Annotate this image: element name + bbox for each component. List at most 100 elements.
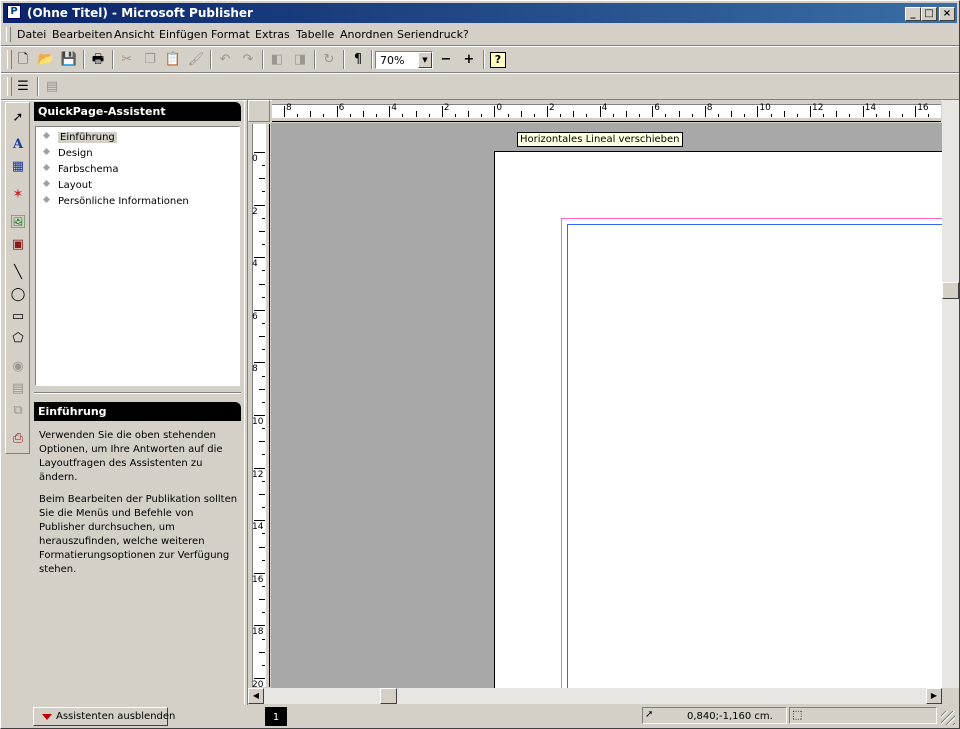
wizard-description-2: Beim Bearbeiten der Publikation sollten … bbox=[39, 494, 238, 575]
picture-frame-icon[interactable]: 🖼 bbox=[8, 213, 28, 233]
wizard-section-title: Einführung bbox=[38, 405, 107, 418]
rotate-icon[interactable]: ↻ bbox=[318, 49, 340, 70]
hide-wizard-button[interactable]: Assistenten ausblenden bbox=[33, 707, 175, 726]
menubar-grip[interactable] bbox=[6, 27, 11, 42]
ruler-label: 0 bbox=[252, 154, 258, 164]
menu-seriendruck[interactable]: Seriendruck bbox=[397, 28, 463, 41]
ruler-tick bbox=[888, 111, 890, 117]
html-fragment-icon[interactable]: ⧉ bbox=[8, 401, 28, 421]
ruler-tick bbox=[262, 322, 265, 324]
vertical-scroll-thumb[interactable] bbox=[942, 282, 959, 299]
minimize-button[interactable]: _ bbox=[905, 7, 921, 21]
zoom-out-button[interactable]: − bbox=[435, 49, 457, 70]
ruler-label: 6 bbox=[252, 311, 258, 322]
toolbar-divider bbox=[83, 50, 85, 69]
ruler-tick bbox=[744, 114, 746, 117]
cut-icon[interactable]: ✂ bbox=[116, 49, 138, 70]
horizontal-ruler[interactable]: 8 6 4 2 0 2 4 6 8 10 12 14 16 bbox=[272, 100, 941, 122]
close-button[interactable]: × bbox=[939, 7, 955, 21]
custom-shapes-icon[interactable]: ⬠ bbox=[8, 329, 28, 349]
resize-grip-icon[interactable] bbox=[941, 711, 955, 725]
menu-anordnen[interactable]: Anordnen bbox=[340, 28, 393, 41]
wizard-item-design[interactable]: Design bbox=[42, 147, 93, 159]
zoom-in-button[interactable]: + bbox=[458, 49, 480, 70]
publisher-app-icon[interactable]: P bbox=[7, 5, 21, 19]
format-painter-icon[interactable]: 🖌 bbox=[185, 49, 207, 70]
ruler-tick bbox=[849, 114, 851, 117]
diamond-bullet-icon bbox=[42, 147, 51, 156]
redo-icon[interactable]: ↷ bbox=[237, 49, 259, 70]
horizontal-scrollbar[interactable]: ◀ ▶ bbox=[248, 688, 942, 704]
ruler-tick bbox=[262, 191, 265, 193]
line-tool-icon[interactable]: ╲ bbox=[8, 263, 28, 283]
diamond-bullet-icon bbox=[42, 195, 51, 204]
workspace[interactable] bbox=[271, 123, 942, 688]
hotspot-icon[interactable]: ◉ bbox=[8, 357, 28, 377]
scroll-left-icon[interactable]: ◀ bbox=[248, 688, 264, 704]
ruler-tick bbox=[262, 612, 265, 614]
bring-to-front-icon[interactable]: ◧ bbox=[266, 49, 288, 70]
object-properties-icon[interactable]: ▤ bbox=[41, 76, 63, 97]
scroll-right-icon[interactable]: ▶ bbox=[926, 688, 942, 704]
ruler-tick bbox=[441, 106, 443, 117]
wizard-item-layout[interactable]: Layout bbox=[42, 179, 92, 191]
ruler-tick bbox=[254, 467, 265, 469]
copy-icon[interactable]: ❐ bbox=[139, 49, 161, 70]
pointer-icon[interactable]: ➚ bbox=[8, 108, 28, 128]
oval-tool-icon[interactable]: ◯ bbox=[8, 285, 28, 305]
paragraph-mark-icon[interactable]: ¶ bbox=[347, 49, 369, 70]
chevron-down-icon[interactable]: ▼ bbox=[418, 52, 432, 68]
table-frame-icon[interactable]: ▦ bbox=[8, 157, 28, 177]
menu-extras[interactable]: Extras bbox=[255, 28, 290, 41]
zoom-select[interactable]: 70% ▼ bbox=[375, 51, 433, 69]
send-to-back-icon[interactable]: ◨ bbox=[289, 49, 311, 70]
menu-help[interactable]: ? bbox=[463, 28, 469, 41]
ruler-label: 12 bbox=[812, 103, 824, 113]
text-frame-icon[interactable]: A bbox=[8, 135, 28, 155]
new-file-icon[interactable]: 🗋 bbox=[12, 49, 34, 70]
menu-format[interactable]: Format bbox=[211, 28, 250, 41]
maximize-button[interactable]: □ bbox=[921, 7, 937, 21]
paste-icon[interactable]: 📋 bbox=[162, 49, 184, 70]
rectangle-tool-icon[interactable]: ▭ bbox=[8, 307, 28, 327]
toolbar-divider bbox=[371, 50, 373, 69]
menu-datei[interactable]: Datei bbox=[17, 28, 46, 41]
wizard-item-einfuehrung[interactable]: Einführung bbox=[42, 131, 117, 143]
ruler-tick bbox=[254, 204, 265, 206]
ruler-tick bbox=[757, 106, 759, 117]
menu-ansicht[interactable]: Ansicht bbox=[114, 28, 155, 41]
undo-icon[interactable]: ↶ bbox=[214, 49, 236, 70]
ruler-tick bbox=[259, 283, 265, 285]
align-lines-icon[interactable]: ☰ bbox=[12, 76, 34, 97]
clipart-icon[interactable]: ▣ bbox=[8, 235, 28, 255]
menu-tabelle[interactable]: Tabelle bbox=[296, 28, 334, 41]
ruler-label: 12 bbox=[252, 469, 264, 480]
wordart-icon[interactable]: ✶ bbox=[8, 185, 28, 205]
open-folder-icon[interactable]: 📂 bbox=[35, 49, 57, 70]
zoom-value: 70% bbox=[380, 54, 405, 67]
vertical-scrollbar[interactable] bbox=[942, 100, 959, 688]
ruler-tick bbox=[323, 114, 325, 117]
ruler-tick bbox=[691, 114, 693, 117]
ruler-tick bbox=[560, 114, 562, 117]
diamond-bullet-icon bbox=[42, 131, 51, 140]
wizard-panel-header: QuickPage-Assistent bbox=[34, 102, 241, 121]
menu-einfuegen[interactable]: Einfügen bbox=[159, 28, 208, 41]
form-control-icon[interactable]: ▤ bbox=[8, 379, 28, 399]
horizontal-scroll-thumb[interactable] bbox=[380, 688, 397, 704]
save-icon[interactable]: 💾 bbox=[58, 49, 80, 70]
print-icon[interactable]: 🖶 bbox=[87, 49, 109, 70]
vertical-ruler[interactable]: 0 2 4 6 8 10 12 14 16 18 20 bbox=[248, 124, 270, 687]
ruler-tick bbox=[586, 114, 588, 117]
ruler-tick bbox=[259, 230, 265, 232]
help-icon[interactable]: ? bbox=[487, 49, 509, 70]
design-gallery-icon[interactable]: ⎙ bbox=[8, 429, 28, 449]
ruler-tick bbox=[254, 415, 265, 416]
menu-bearbeiten[interactable]: Bearbeiten bbox=[52, 28, 112, 41]
wizard-item-farbschema[interactable]: Farbschema bbox=[42, 163, 119, 175]
page-navigator[interactable]: 1 bbox=[265, 707, 287, 726]
wizard-item-persoenliche-informationen[interactable]: Persönliche Informationen bbox=[42, 195, 189, 207]
ruler-corner[interactable] bbox=[248, 100, 270, 122]
minimize-icon: _ bbox=[910, 8, 916, 19]
publication-page[interactable] bbox=[494, 151, 942, 688]
